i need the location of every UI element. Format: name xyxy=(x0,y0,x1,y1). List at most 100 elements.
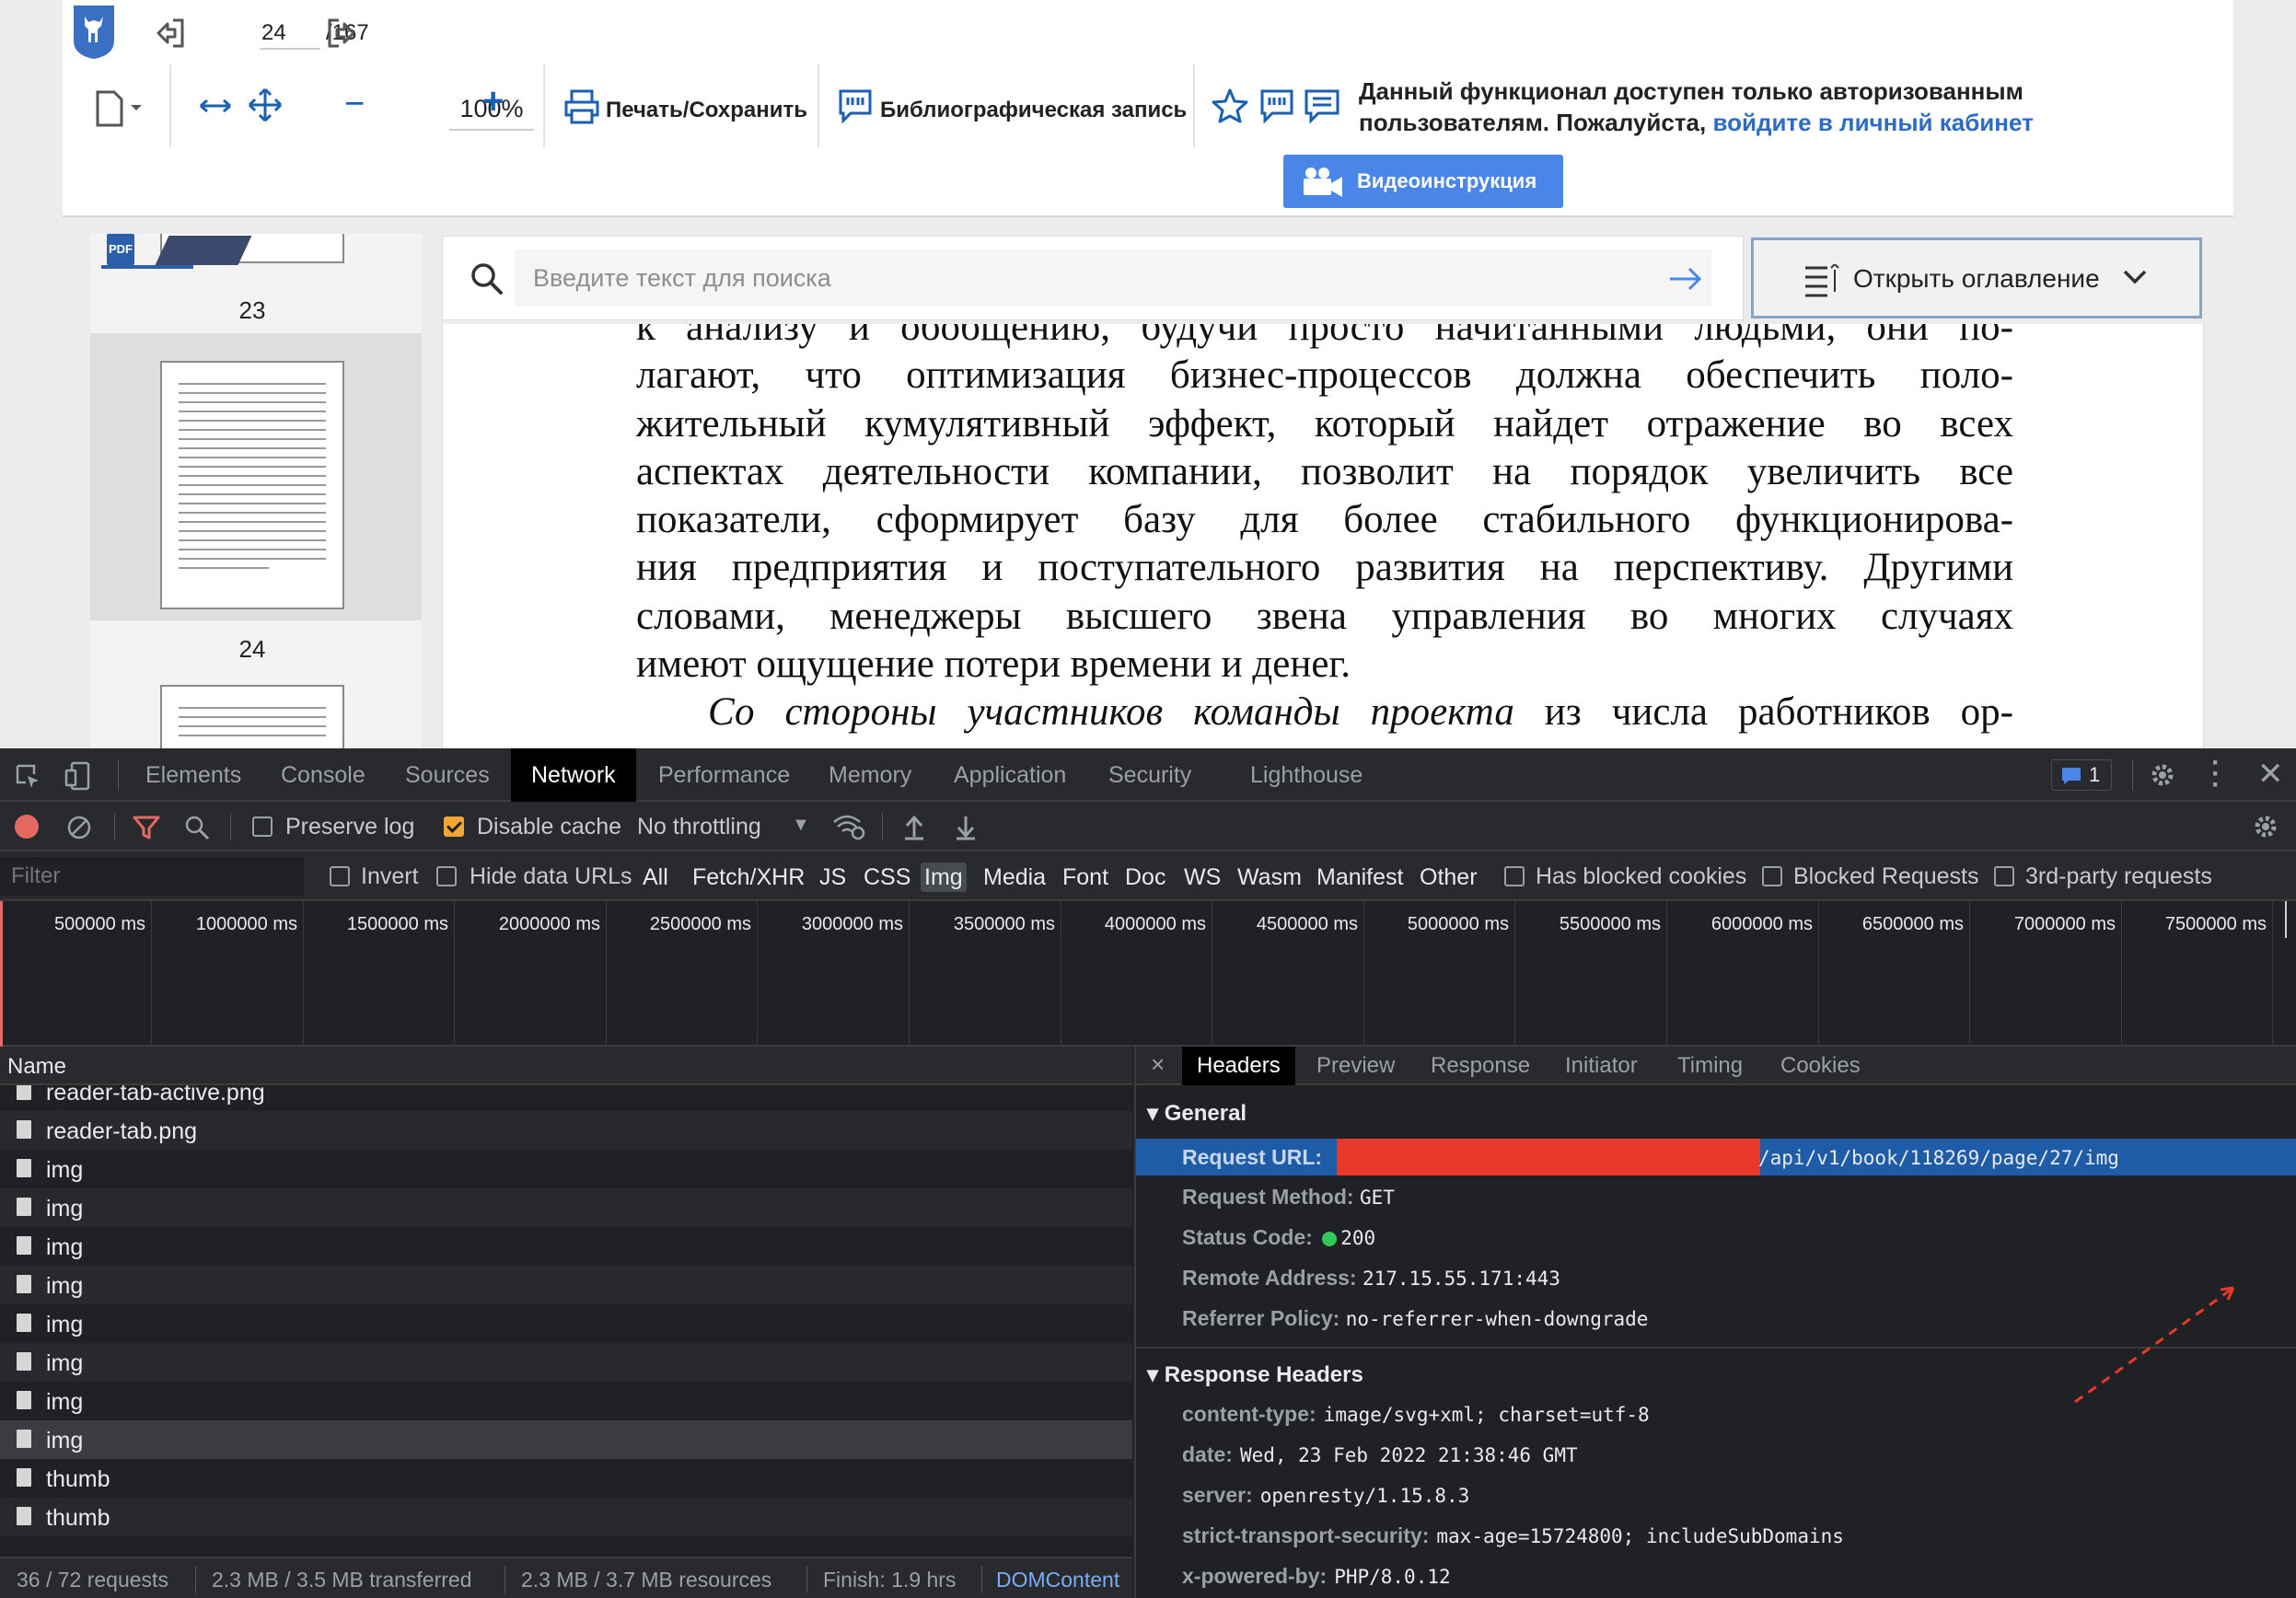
network-timeline-overview[interactable]: 500000 ms 1000000 ms 1500000 ms 2000000 ms 2… xyxy=(0,901,2296,1047)
zoom-in-button[interactable]: + xyxy=(482,81,504,122)
request-row[interactable]: img xyxy=(0,1343,1132,1382)
request-row[interactable]: reader-tab.png xyxy=(0,1111,1132,1150)
tab-elements[interactable]: Elements xyxy=(145,748,241,802)
request-row[interactable]: img xyxy=(0,1150,1132,1188)
close-devtools-icon[interactable]: ✕ xyxy=(2257,756,2284,793)
type-filter-js[interactable]: JS xyxy=(816,863,850,892)
bibliographic-record-button[interactable]: Библиографическая запись xyxy=(880,98,1187,123)
clear-icon[interactable] xyxy=(66,815,92,840)
type-filter-doc[interactable]: Doc xyxy=(1121,863,1169,892)
type-filter-img[interactable]: Img xyxy=(921,863,967,892)
video-instruction-button[interactable]: Видеоинструкция xyxy=(1283,155,1563,208)
response-header-value: max-age=15724800; includeSubDomains xyxy=(1436,1525,1844,1547)
close-details-icon[interactable]: × xyxy=(1151,1050,1165,1079)
search-network-icon[interactable] xyxy=(184,815,210,840)
request-row[interactable]: img xyxy=(0,1188,1132,1227)
tab-cookies[interactable]: Cookies xyxy=(1780,1047,1861,1085)
citation-icon[interactable] xyxy=(1259,88,1294,123)
type-filter-fetch-xhr[interactable]: Fetch/XHR xyxy=(689,863,808,892)
quote-icon[interactable] xyxy=(838,88,873,123)
domcontentloaded-time[interactable]: DOMContent xyxy=(996,1568,1119,1592)
more-options-icon[interactable]: · · · xyxy=(2211,749,2221,799)
throttling-dropdown-icon[interactable]: ▼ xyxy=(792,815,810,836)
thumbnail-page-24[interactable] xyxy=(160,361,344,609)
fit-page-icon[interactable] xyxy=(247,87,284,123)
inspect-element-icon[interactable] xyxy=(15,763,41,789)
general-section-toggle[interactable]: ▾ General xyxy=(1147,1100,1247,1127)
throttling-select[interactable]: No throttling xyxy=(637,814,761,840)
request-row[interactable]: thumb xyxy=(0,1459,1132,1498)
tab-timing[interactable]: Timing xyxy=(1677,1047,1743,1085)
logo-icon[interactable] xyxy=(72,4,116,61)
type-filter-manifest[interactable]: Manifest xyxy=(1313,863,1407,892)
response-header-value: openresty/1.15.8.3 xyxy=(1259,1485,1470,1507)
network-conditions-icon[interactable] xyxy=(832,813,865,840)
document-menu-icon[interactable] xyxy=(96,90,145,127)
tab-network[interactable]: Network xyxy=(511,748,636,802)
tab-memory[interactable]: Memory xyxy=(829,748,911,802)
tab-response[interactable]: Response xyxy=(1431,1047,1530,1085)
prev-page-icon[interactable] xyxy=(155,17,186,50)
open-toc-button[interactable]: Открыть оглавление xyxy=(1751,237,2202,318)
request-row[interactable]: img xyxy=(0,1227,1132,1266)
request-row[interactable]: img xyxy=(0,1382,1132,1420)
tab-performance[interactable]: Performance xyxy=(658,748,790,802)
device-toolbar-icon[interactable] xyxy=(64,761,92,791)
blocked-requests-checkbox[interactable] xyxy=(1762,866,1782,886)
tab-lighthouse[interactable]: Lighthouse xyxy=(1250,748,1363,802)
search-icon[interactable] xyxy=(470,262,504,295)
type-filter-css[interactable]: CSS xyxy=(860,863,914,892)
record-icon[interactable] xyxy=(15,815,39,839)
redacted-host-block xyxy=(1337,1139,1760,1175)
type-filter-all[interactable]: All xyxy=(639,863,672,892)
name-column-header[interactable]: Name xyxy=(0,1047,1132,1085)
tab-security[interactable]: Security xyxy=(1108,748,1191,802)
disable-cache-checkbox[interactable] xyxy=(444,816,464,837)
thumbnail-panel[interactable]: PDF 23 24 xyxy=(90,234,422,748)
preserve-log-checkbox[interactable] xyxy=(252,816,273,837)
tab-application[interactable]: Application xyxy=(954,748,1066,802)
bookmark-star-icon[interactable] xyxy=(1212,88,1248,123)
login-link[interactable]: войдите в личный кабинет xyxy=(1712,109,2033,136)
fit-width-icon[interactable] xyxy=(197,92,234,120)
export-har-icon[interactable] xyxy=(954,813,978,840)
thumbnail-page-23[interactable] xyxy=(155,234,344,265)
tab-headers[interactable]: Headers xyxy=(1182,1047,1295,1085)
type-filter-ws[interactable]: WS xyxy=(1180,863,1224,892)
printer-icon[interactable] xyxy=(563,88,600,125)
request-row[interactable]: img xyxy=(0,1266,1132,1304)
type-filter-other[interactable]: Other xyxy=(1416,863,1481,892)
tab-sources[interactable]: Sources xyxy=(405,748,490,802)
tab-initiator[interactable]: Initiator xyxy=(1565,1047,1638,1085)
response-header-key: strict-transport-security: xyxy=(1182,1523,1430,1547)
request-row[interactable]: img xyxy=(0,1304,1132,1343)
request-name: img xyxy=(46,1196,84,1222)
auth-message-text: пользователям. Пожалуйста, xyxy=(1359,109,1707,136)
request-row[interactable]: img xyxy=(0,1420,1132,1459)
import-har-icon[interactable] xyxy=(902,813,926,840)
print-save-button[interactable]: Печать/Сохранить xyxy=(606,98,807,123)
next-page-icon[interactable] xyxy=(326,17,357,50)
response-headers-toggle[interactable]: ▾ Response Headers xyxy=(1147,1361,1363,1388)
hide-data-urls-checkbox[interactable] xyxy=(436,866,457,886)
request-row[interactable]: thumb xyxy=(0,1498,1132,1536)
type-filter-media[interactable]: Media xyxy=(980,863,1049,892)
network-settings-gear-icon[interactable] xyxy=(2252,813,2279,840)
has-blocked-cookies-checkbox[interactable] xyxy=(1504,866,1525,886)
search-input[interactable] xyxy=(515,249,1711,307)
tab-console[interactable]: Console xyxy=(281,748,365,802)
thumbnail-page-25[interactable] xyxy=(160,685,344,748)
third-party-checkbox[interactable] xyxy=(1994,866,2014,886)
issues-badge[interactable]: 1 xyxy=(2051,759,2112,791)
settings-gear-icon[interactable] xyxy=(2149,761,2176,789)
tab-preview[interactable]: Preview xyxy=(1316,1047,1395,1085)
filter-input[interactable] xyxy=(0,857,304,896)
note-icon[interactable] xyxy=(1304,88,1340,123)
type-filter-wasm[interactable]: Wasm xyxy=(1234,863,1305,892)
search-submit-arrow-icon[interactable] xyxy=(1667,264,1704,294)
filter-funnel-icon[interactable] xyxy=(133,815,160,840)
invert-checkbox[interactable] xyxy=(330,866,350,886)
zoom-out-button[interactable]: − xyxy=(344,85,365,124)
annotation-arrow-icon xyxy=(2074,1286,2235,1404)
type-filter-font[interactable]: Font xyxy=(1059,863,1112,892)
